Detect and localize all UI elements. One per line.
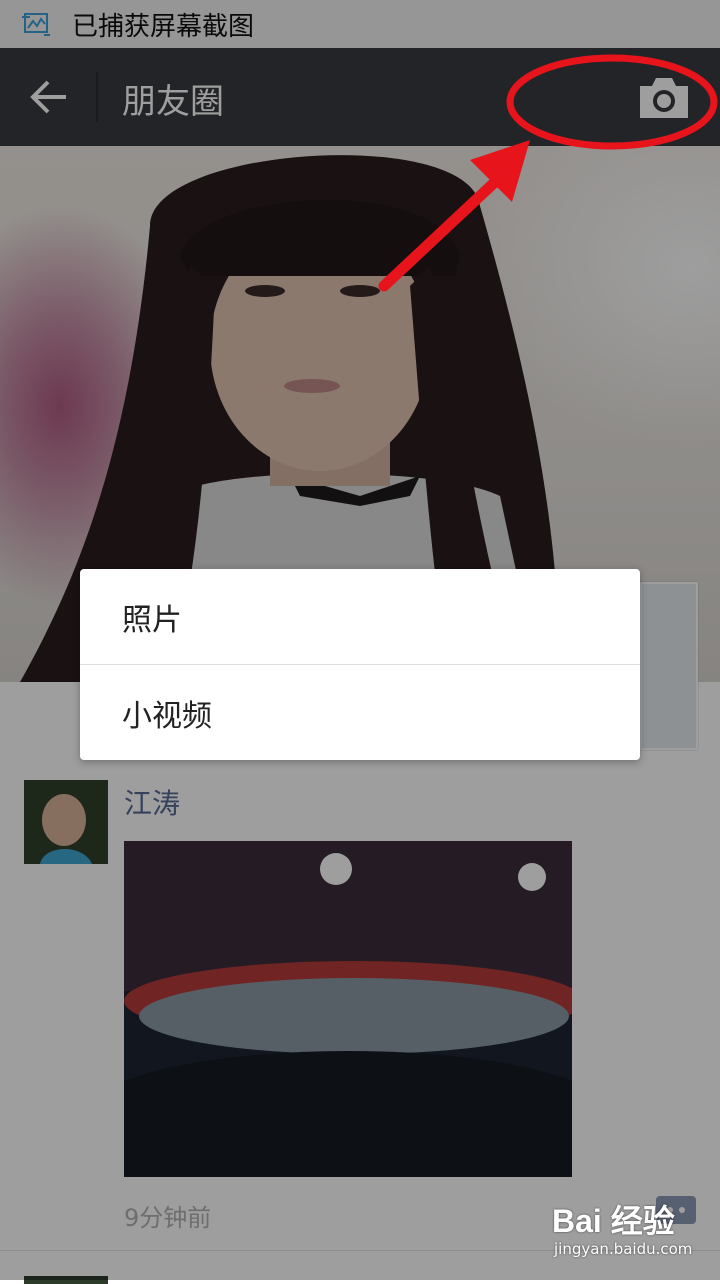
option-photo[interactable]: 照片: [80, 569, 640, 664]
watermark-brand: Bai 经验: [552, 1203, 675, 1239]
baidu-jingyan-watermark: Bai 经验 jingyan.baidu.com: [552, 1196, 712, 1270]
post-type-dialog: 照片 小视频: [80, 569, 640, 760]
watermark-url: jingyan.baidu.com: [554, 1240, 693, 1258]
option-short-video[interactable]: 小视频: [80, 664, 640, 760]
